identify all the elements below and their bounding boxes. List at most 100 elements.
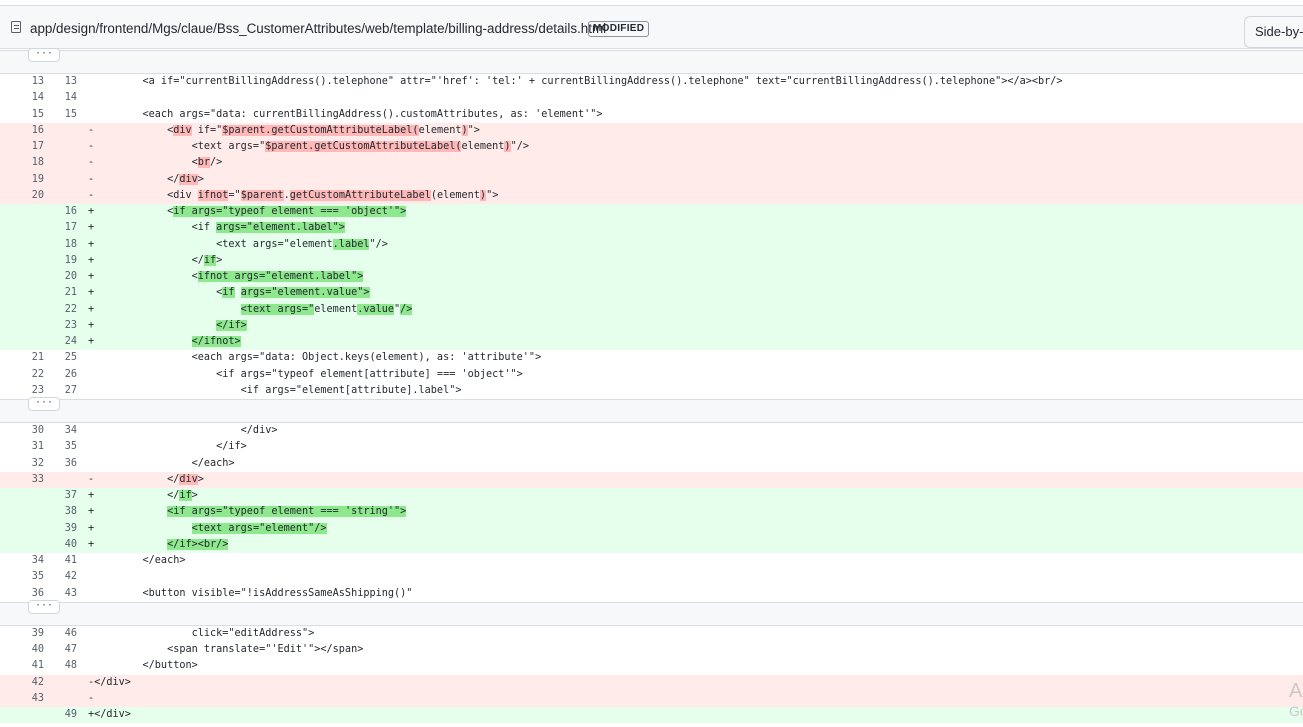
old-line-number[interactable]: 39 (14, 626, 44, 642)
blank-marker (88, 439, 118, 455)
blank-marker (88, 456, 118, 472)
code-line: - <text args="$parent.getCustomAttribute… (87, 139, 1303, 156)
old-line-number[interactable]: 21 (14, 350, 44, 366)
minus-marker: - (88, 692, 95, 704)
code-token: "/> (369, 238, 388, 250)
code-line: + <text args="element"/> (87, 520, 1303, 537)
blank-marker (88, 90, 118, 106)
new-line-number[interactable]: 37 (47, 488, 77, 504)
changed-token: br (197, 157, 211, 169)
code-line: + <text args="element.value"/> (87, 301, 1303, 318)
changed-token: /> (400, 303, 413, 315)
new-line-number[interactable]: 36 (47, 456, 77, 472)
changed-token: if (179, 490, 192, 501)
old-line-number[interactable]: 32 (14, 456, 44, 472)
code-line: - </div> (87, 471, 1303, 488)
code-token: . (283, 189, 290, 201)
old-line-number[interactable]: 15 (14, 107, 44, 123)
code-line: <each args="data: currentBillingAddress(… (87, 107, 1303, 123)
blank-marker (88, 107, 118, 123)
new-line-number[interactable]: 15 (47, 107, 77, 123)
new-line-number[interactable]: 13 (47, 74, 77, 90)
new-line-number[interactable]: 14 (47, 90, 77, 106)
old-line-number[interactable]: 40 (14, 642, 44, 658)
new-line-number[interactable]: 23 (47, 318, 77, 334)
code-token: < (118, 124, 174, 136)
code-token: <if args="typeof element[attribute] === … (118, 368, 523, 380)
changed-token: div (173, 124, 192, 136)
old-line-number[interactable]: 20 (14, 188, 44, 204)
context-line: 21 25 <each args="data: Object.keys(eleme… (0, 350, 1303, 367)
old-line-number[interactable]: 16 (14, 123, 44, 139)
new-line-number[interactable]: 17 (47, 220, 77, 236)
plus-marker: + (88, 506, 95, 518)
code-token: <each args="data: Object.keys(element), … (118, 352, 542, 364)
context-line: 13 13 <a if="currentBillingAddress().tele… (0, 74, 1303, 91)
new-line-number[interactable]: 48 (47, 658, 77, 674)
code-token: </div> (94, 676, 131, 688)
new-line-number[interactable]: 19 (47, 253, 77, 269)
code-token: element (314, 303, 358, 315)
code-token: "> (486, 189, 499, 201)
code-line: + <if args="typeof element === 'object'"… (87, 204, 1303, 221)
old-line-number[interactable]: 34 (14, 553, 44, 569)
code-line: - (87, 690, 1303, 707)
new-line-number[interactable]: 49 (47, 707, 77, 723)
plus-marker: + (88, 254, 95, 266)
old-line-number[interactable]: 30 (14, 423, 44, 439)
file-path[interactable]: app/design/frontend/Mgs/claue/Bss_Custom… (30, 21, 606, 36)
old-line-number[interactable]: 35 (14, 569, 44, 585)
old-line-number[interactable]: 13 (14, 74, 44, 90)
new-line-number[interactable]: 26 (47, 367, 77, 383)
code-token: </each> (118, 457, 235, 469)
old-line-number[interactable]: 19 (14, 172, 44, 188)
context-line: 36 43 <button visible="!isAddressSameAsSh… (0, 585, 1303, 602)
new-line-number[interactable]: 16 (47, 204, 77, 220)
new-line-number[interactable]: 35 (47, 439, 77, 455)
new-line-number[interactable]: 21 (47, 285, 77, 301)
new-line-number[interactable]: 47 (47, 642, 77, 658)
plus-marker: + (88, 490, 95, 501)
new-line-number[interactable]: 39 (47, 521, 77, 537)
old-line-number[interactable]: 31 (14, 439, 44, 455)
old-line-number[interactable]: 41 (14, 658, 44, 674)
added-line: 22 + <text args="element.value"/> (0, 301, 1303, 318)
blank-marker (88, 658, 118, 674)
old-line-number[interactable]: 22 (14, 367, 44, 383)
old-line-number[interactable]: 14 (14, 90, 44, 106)
code-token: > (197, 173, 204, 185)
new-line-number[interactable]: 38 (47, 504, 77, 520)
hunk-separator: ··· (0, 397, 1303, 423)
old-line-number[interactable]: 42 (14, 675, 44, 691)
new-line-number[interactable]: 40 (47, 537, 77, 553)
new-line-number[interactable]: 42 (47, 569, 77, 585)
code-token: <each args="data: currentBillingAddress(… (118, 108, 603, 120)
new-line-number[interactable]: 46 (47, 626, 77, 642)
old-line-number[interactable]: 33 (14, 472, 44, 488)
new-line-number[interactable]: 25 (47, 350, 77, 366)
new-line-number[interactable]: 34 (47, 423, 77, 439)
old-line-number[interactable]: 18 (14, 155, 44, 171)
new-line-number[interactable]: 24 (47, 334, 77, 350)
code-token: > (197, 473, 204, 485)
expand-lines-button[interactable]: ··· (28, 599, 60, 614)
blank-marker (88, 74, 118, 90)
new-line-number[interactable]: 20 (47, 269, 77, 285)
new-line-number[interactable]: 22 (47, 302, 77, 318)
watermark-line-1: Ac (1289, 680, 1303, 702)
expand-lines-button[interactable]: ··· (28, 397, 60, 411)
context-line: 14 14 (0, 90, 1303, 107)
new-line-number[interactable]: 41 (47, 553, 77, 569)
new-line-number[interactable]: 18 (47, 237, 77, 253)
old-line-number[interactable]: 43 (14, 691, 44, 707)
blank-marker (88, 383, 118, 399)
changed-token: </if><br/> (167, 538, 229, 550)
code-line: + <text args="element.label"/> (87, 236, 1303, 253)
side-by-side-button[interactable]: Side-by-side (1244, 16, 1303, 48)
deleted-line: 42 -</div> (0, 674, 1303, 691)
code-line: + <if args="typeof element === 'string'"… (87, 504, 1303, 521)
old-line-number[interactable]: 17 (14, 139, 44, 155)
expand-lines-button[interactable]: ··· (28, 48, 60, 62)
